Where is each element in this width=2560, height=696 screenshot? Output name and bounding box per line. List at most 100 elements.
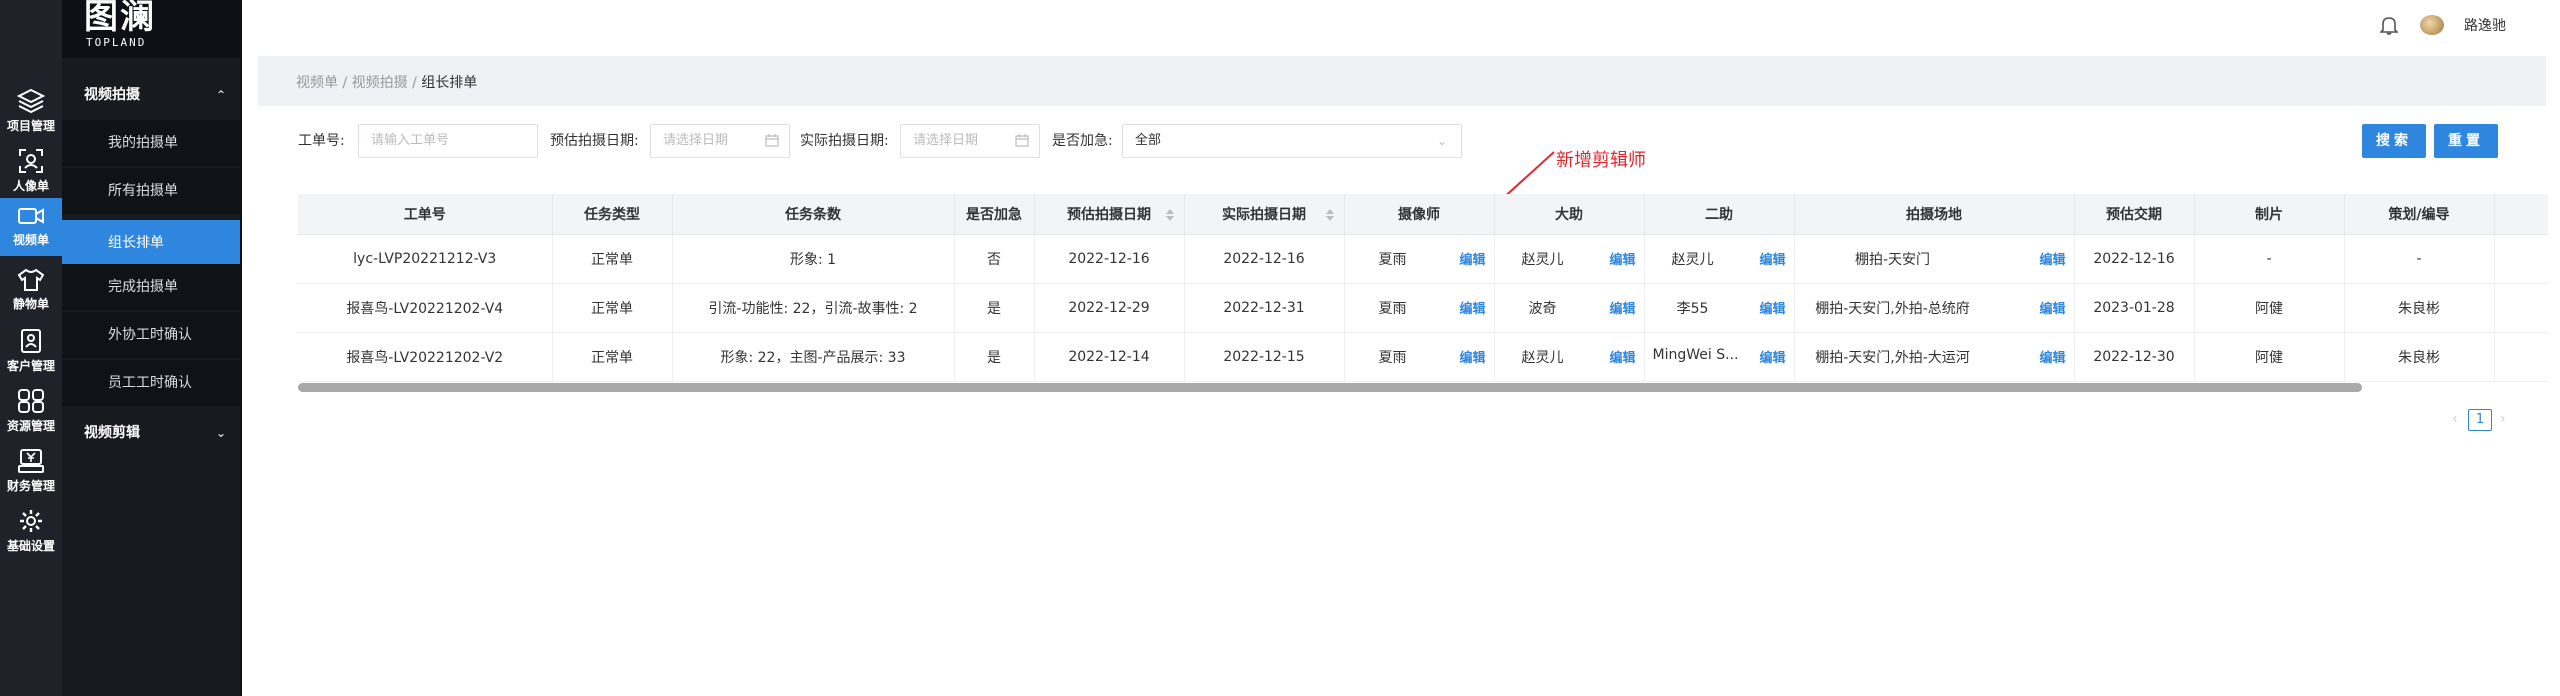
rail-item-project[interactable]: 项目管理 — [0, 82, 62, 140]
table-cell: 2022-12-30 — [2074, 332, 2195, 382]
next-page-button[interactable]: › — [2500, 411, 2506, 427]
horizontal-scrollbar[interactable] — [298, 383, 2362, 392]
cell-assistant2: 李55 编辑 — [1644, 283, 1795, 333]
edit-assistant2-link[interactable]: 编辑 — [1759, 347, 1785, 366]
subnav-item-finished-shoots[interactable]: 完成拍摄单 — [62, 264, 242, 310]
chevron-up-icon: ⌃ — [215, 88, 226, 102]
rail-item-portrait[interactable]: 人像单 — [0, 142, 62, 200]
table-cell: 是 — [954, 332, 1035, 382]
cell-value: 波奇 — [1528, 300, 1557, 317]
table-cell: 2022-12-15 — [1184, 332, 1345, 382]
rail-label: 财务管理 — [6, 479, 55, 493]
prev-page-button[interactable]: ‹ — [2452, 411, 2458, 427]
col-filler — [2494, 194, 2548, 235]
table-cell: 形象: 22，主图-产品展示: 33 — [672, 332, 955, 382]
table-cell: 正常单 — [552, 283, 673, 333]
edit-assistant1-link[interactable]: 编辑 — [1609, 347, 1635, 366]
col-task-count: 任务条数 — [672, 194, 955, 235]
act-date-label: 实际拍摄日期: — [800, 133, 889, 149]
edit-assistant1-link[interactable]: 编辑 — [1609, 298, 1635, 317]
breadcrumb-video-order[interactable]: 视频单 — [296, 75, 338, 91]
subnav-item-my-shoots[interactable]: 我的拍摄单 — [62, 120, 242, 166]
edit-location-link[interactable]: 编辑 — [2039, 249, 2065, 268]
schedule-table: 工单号 任务类型 任务条数 是否加急 预估拍摄日期 实际拍摄日期 摄像师 大助 … — [298, 194, 2548, 392]
subnav-group-video-edit[interactable]: 视频剪辑 ⌄ — [62, 408, 242, 458]
urgent-select[interactable]: 全部 ⌄ — [1122, 124, 1462, 158]
col-est-date[interactable]: 预估拍摄日期 — [1034, 194, 1185, 235]
cell-value: 夏雨 — [1378, 349, 1407, 366]
sort-icon[interactable] — [1165, 207, 1174, 223]
col-act-date[interactable]: 实际拍摄日期 — [1184, 194, 1345, 235]
reset-button[interactable]: 重置 — [2434, 124, 2498, 158]
order-no-label: 工单号: — [298, 133, 345, 149]
gear-icon — [20, 510, 42, 532]
cell-value: 赵灵儿 — [1521, 349, 1564, 366]
calendar-icon — [765, 134, 779, 147]
rail-label: 静物单 — [12, 297, 49, 311]
rail-item-resource[interactable]: 资源管理 — [0, 382, 62, 440]
table-cell: 阿健 — [2194, 332, 2345, 382]
cell-camera: 夏雨 编辑 — [1344, 283, 1495, 333]
breadcrumb-video-shoot[interactable]: 视频拍摄 — [352, 75, 408, 91]
rail-item-customer[interactable]: 客户管理 — [0, 322, 62, 380]
subnav-item-outsource-hours[interactable]: 外协工时确认 — [62, 312, 242, 358]
table-cell: 否 — [954, 234, 1035, 284]
subnav-item-leader-schedule[interactable]: 组长排单 — [62, 220, 242, 266]
rail-label: 视频单 — [12, 233, 49, 247]
edit-assistant1-link[interactable]: 编辑 — [1609, 249, 1635, 268]
table-cell: 阿健 — [2194, 283, 2345, 333]
table-cell: 朱良彬 — [2344, 283, 2495, 333]
edit-location-link[interactable]: 编辑 — [2039, 347, 2065, 366]
edit-camera-link[interactable]: 编辑 — [1459, 298, 1485, 317]
col-assistant2: 二助 — [1644, 194, 1795, 235]
table-cell: 正常单 — [552, 234, 673, 284]
rail-item-settings[interactable]: 基础设置 — [0, 502, 62, 560]
layers-icon — [17, 88, 45, 114]
edit-assistant2-link[interactable]: 编辑 — [1759, 298, 1785, 317]
table-cell: 报喜鸟-LV20221202-V4 — [298, 283, 553, 333]
username[interactable]: 路逸驰 — [2464, 15, 2506, 35]
page-number-current[interactable]: 1 — [2468, 409, 2492, 431]
cell-location: 棚拍-天安门,外拍-大运河 编辑 — [1794, 332, 2075, 382]
subnav-group-video-shoot[interactable]: 视频拍摄 ⌃ — [62, 70, 242, 120]
edit-camera-link[interactable]: 编辑 — [1459, 249, 1485, 268]
col-assistant1: 大助 — [1494, 194, 1645, 235]
rail-item-still[interactable]: 静物单 — [0, 262, 62, 320]
order-no-input[interactable]: 请输入工单号 — [358, 124, 538, 158]
cell-camera: 夏雨 编辑 — [1344, 234, 1495, 284]
subnav-item-staff-hours[interactable]: 员工工时确认 — [62, 360, 242, 406]
table-cell-filler — [2494, 283, 2548, 333]
subnav-group-label: 视频剪辑 — [84, 425, 140, 441]
table-cell: 2023-01-28 — [2074, 283, 2195, 333]
bell-icon[interactable] — [2380, 15, 2398, 35]
table-cell: 朱良彬 — [2344, 332, 2495, 382]
col-location: 拍摄场地 — [1794, 194, 2075, 235]
table-row: lyc-LVP20221212-V3 正常单 形象: 1 否 2022-12-16 202… — [298, 234, 2548, 284]
edit-location-link[interactable]: 编辑 — [2039, 298, 2065, 317]
urgent-label: 是否加急: — [1052, 133, 1113, 149]
sort-icon[interactable] — [1325, 207, 1334, 223]
act-date-picker[interactable]: 请选择日期 — [900, 124, 1040, 158]
table-cell: 2022-12-16 — [1184, 234, 1345, 284]
table-cell-filler — [2494, 234, 2548, 284]
edit-assistant2-link[interactable]: 编辑 — [1759, 249, 1785, 268]
secondary-nav: 视频拍摄 ⌃ 我的拍摄单 所有拍摄单 组长排单 完成拍摄单 外协工时确认 员工工… — [62, 58, 242, 696]
rail-item-finance[interactable]: 财务管理 — [0, 442, 62, 500]
act-date-placeholder: 请选择日期 — [913, 133, 979, 148]
subnav-item-all-shoots[interactable]: 所有拍摄单 — [62, 168, 242, 214]
breadcrumb: 视频单 / 视频拍摄 / 组长排单 — [296, 72, 477, 92]
rail-label: 人像单 — [12, 179, 49, 193]
top-header — [242, 0, 2560, 52]
breadcrumb-bar: 视频单 / 视频拍摄 / 组长排单 — [258, 56, 2546, 106]
avatar[interactable] — [2420, 15, 2444, 35]
table-cell: 正常单 — [552, 332, 673, 382]
table-cell: 引流-功能性: 22，引流-故事性: 2 — [672, 283, 955, 333]
table-cell: 2022-12-14 — [1034, 332, 1185, 382]
edit-camera-link[interactable]: 编辑 — [1459, 347, 1485, 366]
est-date-label: 预估拍摄日期: — [550, 133, 639, 149]
search-button[interactable]: 搜索 — [2362, 124, 2426, 158]
rail-item-video[interactable]: 视频单 — [0, 198, 62, 256]
brand-logo[interactable]: 图澜 TOPLAND — [62, 0, 242, 58]
est-date-picker[interactable]: 请选择日期 — [650, 124, 790, 158]
table-cell: 形象: 1 — [672, 234, 955, 284]
